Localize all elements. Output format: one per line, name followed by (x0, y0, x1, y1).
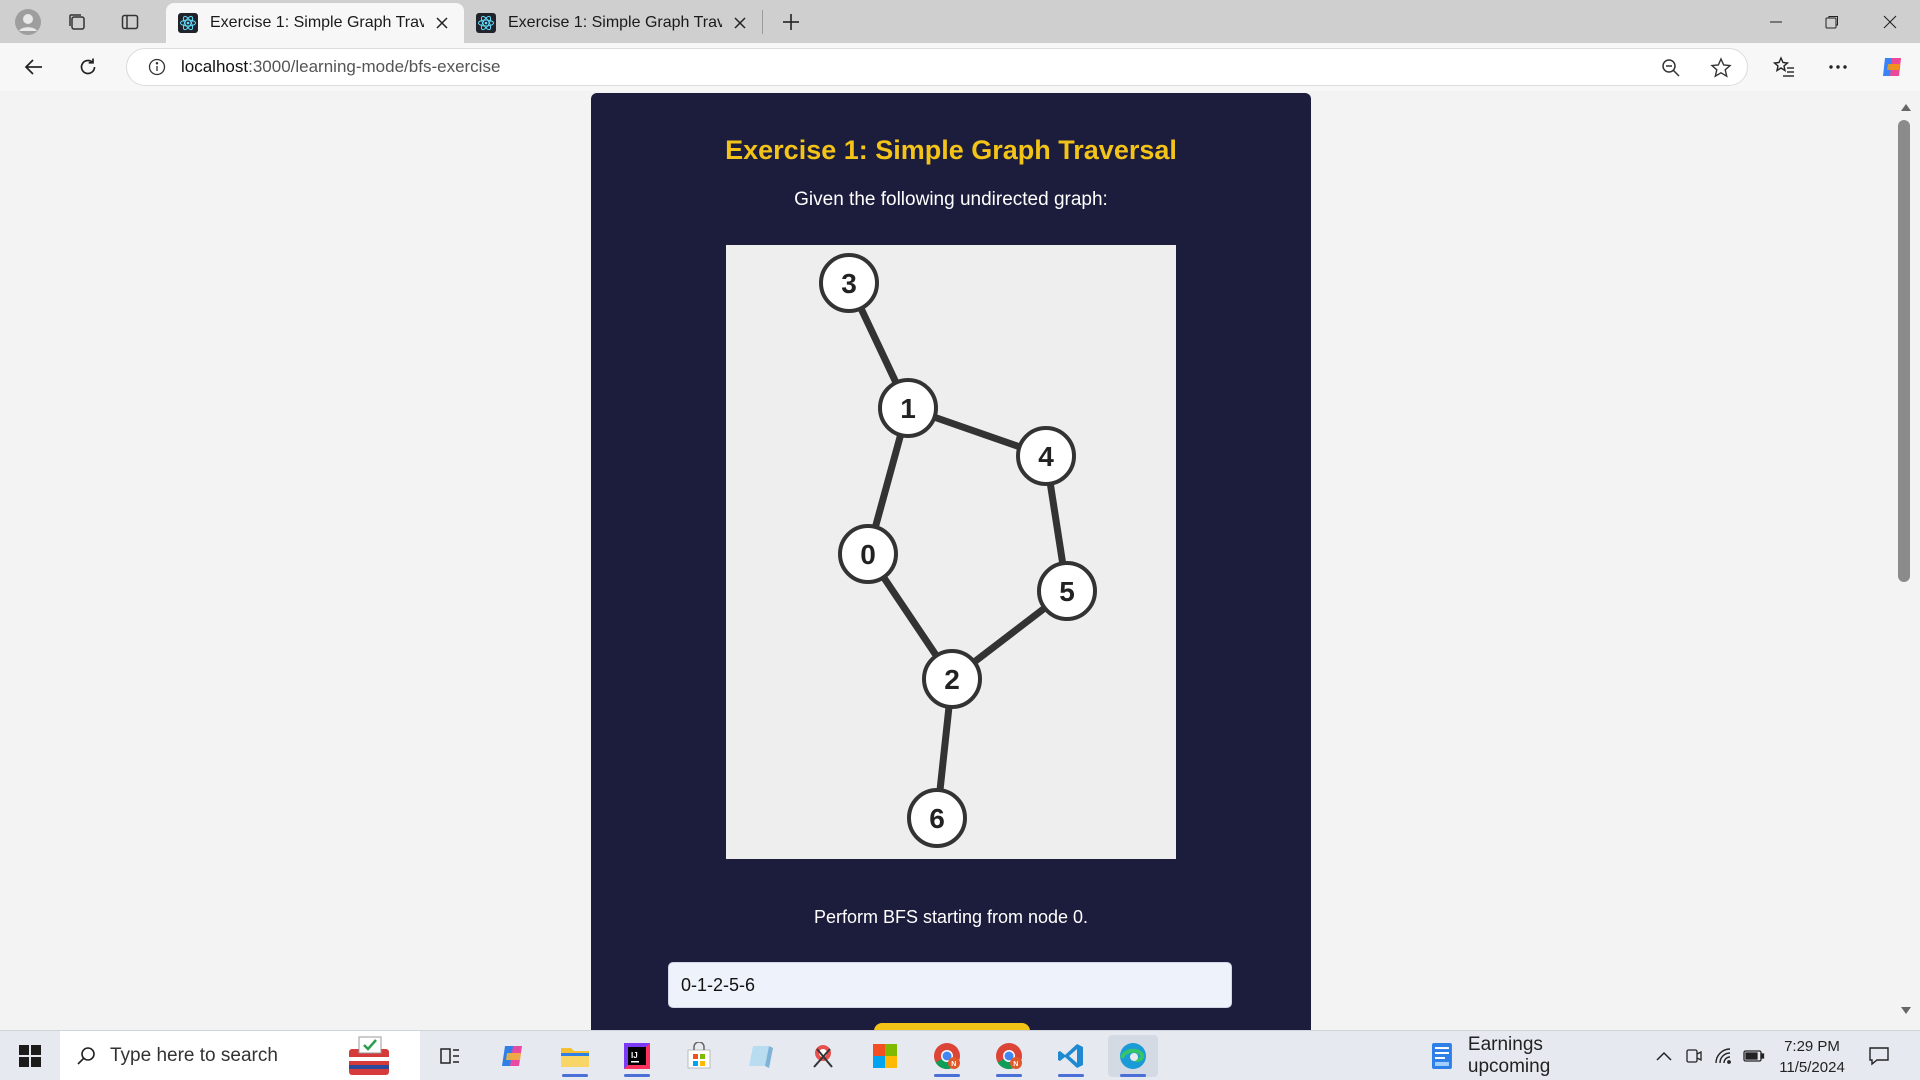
taskbar-search[interactable]: Type here to search (60, 1031, 420, 1080)
url-text: localhost:3000/learning-mode/bfs-exercis… (181, 57, 500, 77)
microsoft-store-icon[interactable] (674, 1035, 724, 1077)
svg-text:N: N (1013, 1061, 1018, 1068)
graph-node-5: 5 (1037, 561, 1097, 621)
graph-node-label: 6 (929, 803, 945, 834)
windows-taskbar: Type here to search IJ N N Earnings upco… (0, 1030, 1920, 1080)
copilot-icon[interactable] (1876, 51, 1908, 83)
system-clock[interactable]: 7:29 PM 11/5/2024 (1762, 1036, 1862, 1078)
graph-node-2: 2 (922, 649, 982, 709)
exercise-subtitle: Given the following undirected graph: (794, 189, 1108, 210)
task-view-icon[interactable] (425, 1035, 475, 1077)
running-indicator (1058, 1074, 1084, 1077)
url-host: localhost (181, 57, 249, 76)
election-ballot-icon (349, 1036, 389, 1075)
graph-node-label: 0 (860, 539, 876, 570)
new-tab-button[interactable] (776, 7, 806, 37)
graph-node-label: 3 (841, 268, 857, 299)
tab-title: Exercise 1: Simple Graph Traversal (210, 14, 424, 31)
graph-node-4: 4 (1016, 426, 1076, 486)
search-placeholder: Type here to search (110, 1045, 278, 1066)
tab-exercise-active[interactable]: Exercise 1: Simple Graph Traversal (166, 3, 464, 43)
close-tab-icon[interactable] (730, 13, 750, 33)
office-app-icon[interactable] (860, 1035, 910, 1077)
workspaces-icon[interactable] (63, 8, 91, 36)
graph-node-3: 3 (819, 253, 879, 313)
running-indicator (996, 1074, 1022, 1077)
edge-browser-icon[interactable] (1108, 1035, 1158, 1077)
close-tab-icon[interactable] (432, 13, 452, 33)
url-path: :3000/learning-mode/bfs-exercise (248, 57, 501, 76)
tab-actions-icon[interactable] (116, 8, 144, 36)
minimize-button[interactable] (1748, 0, 1804, 43)
running-indicator (624, 1074, 650, 1077)
graph-diagram: 0 1 2 3 4 5 6 (819, 253, 1097, 848)
graph-node-6: 6 (907, 788, 967, 848)
graph-node-label: 4 (1038, 441, 1054, 472)
graph-node-label: 1 (900, 393, 916, 424)
scrollbar-thumb[interactable] (1898, 120, 1910, 582)
react-icon (476, 13, 496, 33)
vscode-icon[interactable] (1046, 1035, 1096, 1077)
chevron-up-icon[interactable] (1652, 1044, 1676, 1068)
running-indicator (1120, 1074, 1146, 1077)
clock-time: 7:29 PM (1784, 1038, 1840, 1055)
graph-node-label: 5 (1059, 576, 1075, 607)
exercise-card: Exercise 1: Simple Graph Traversal Given… (591, 93, 1311, 1043)
search-icon (74, 1044, 98, 1068)
windows-logo-icon (19, 1045, 41, 1067)
graph-node-1: 1 (878, 378, 938, 438)
close-window-button[interactable] (1862, 0, 1918, 43)
news-label: Earnings upcoming (1467, 1034, 1551, 1077)
reload-button[interactable] (72, 51, 104, 83)
answer-input[interactable] (668, 962, 1232, 1008)
meet-now-icon[interactable] (1682, 1044, 1706, 1068)
favorites-icon[interactable] (1768, 51, 1800, 83)
clock-date: 11/5/2024 (1779, 1059, 1845, 1076)
tab-exercise-2[interactable]: Exercise 1: Simple Graph Traversal (464, 3, 762, 43)
wifi-icon[interactable] (1712, 1044, 1736, 1068)
react-icon (178, 13, 198, 33)
svg-text:IJ: IJ (631, 1051, 638, 1060)
more-menu-icon[interactable] (1822, 51, 1854, 83)
notepad-icon[interactable] (736, 1035, 786, 1077)
chrome-profile-icon[interactable]: N (922, 1035, 972, 1077)
graph-canvas: 0 1 2 3 4 5 6 (726, 245, 1176, 859)
chrome-profile-icon[interactable]: N (984, 1035, 1034, 1077)
scroll-up-arrow-icon[interactable] (1900, 102, 1912, 114)
exercise-instruction: Perform BFS starting from node 0. (813, 907, 1089, 927)
running-indicator (934, 1074, 960, 1077)
start-button[interactable] (8, 1036, 52, 1076)
file-explorer-icon[interactable] (550, 1035, 600, 1077)
intellij-icon[interactable]: IJ (612, 1035, 662, 1077)
running-indicator (562, 1074, 588, 1077)
tab-title: Exercise 1: Simple Graph Traversal (508, 14, 722, 31)
tab-separator (762, 10, 763, 34)
graph-node-label: 2 (944, 664, 960, 695)
favorite-star-icon[interactable] (1707, 54, 1735, 82)
exercise-title: Exercise 1: Simple Graph Traversal (725, 135, 1177, 165)
graph-node-0: 0 (838, 524, 898, 584)
profile-icon[interactable] (14, 8, 42, 36)
news-icon (1431, 1043, 1452, 1069)
address-bar[interactable]: localhost:3000/learning-mode/bfs-exercis… (126, 48, 1748, 86)
notifications-icon[interactable] (1866, 1043, 1892, 1069)
news-widget[interactable]: Earnings upcoming (1430, 1034, 1630, 1077)
site-info-icon[interactable] (145, 55, 169, 79)
browser-toolbar: localhost:3000/learning-mode/bfs-exercis… (0, 43, 1920, 91)
restore-button[interactable] (1804, 0, 1860, 43)
svg-text:N: N (951, 1061, 956, 1068)
snipping-tool-icon[interactable] (798, 1035, 848, 1077)
back-button[interactable] (18, 51, 50, 83)
zoom-icon[interactable] (1657, 54, 1685, 82)
browser-tab-bar: Exercise 1: Simple Graph Traversal Exerc… (0, 0, 1920, 43)
copilot-app-icon[interactable] (488, 1035, 538, 1077)
scroll-down-arrow-icon[interactable] (1900, 1004, 1912, 1016)
